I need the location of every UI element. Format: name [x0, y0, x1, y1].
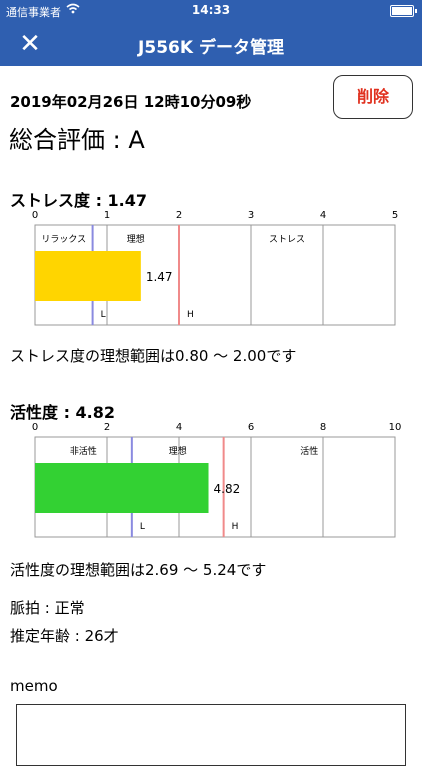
stress-tick-label: 2	[176, 210, 182, 221]
stress-tick-label: 3	[248, 210, 254, 221]
activity-chart: 0 2 4 6 8 10 L H 非活性 理想 活性 4.82	[32, 422, 402, 538]
activity-zone-label: 活性	[300, 445, 318, 457]
activity-low-label: L	[140, 522, 145, 532]
stress-high-label: H	[187, 310, 194, 320]
activity-value-label: 4.82	[214, 482, 241, 496]
stress-chart: 0 1 2 3 4 5 L H リラックス 理想 ストレス 1.47	[32, 210, 398, 326]
pulse-text: 脈拍 : 正常	[10, 599, 85, 617]
status-bar: 通信事業者 14:33	[0, 0, 422, 22]
memo-label: memo	[10, 677, 58, 695]
activity-high-label: H	[232, 522, 239, 532]
activity-zone-label: 非活性	[70, 445, 97, 457]
nav-bar: ✕ J556K データ管理	[0, 22, 422, 66]
stress-zone-label: ストレス	[269, 235, 305, 245]
activity-tick-label: 8	[320, 422, 326, 433]
stress-tick-label: 0	[32, 210, 38, 221]
stress-tick-label: 4	[320, 210, 326, 221]
activity-zone-label: 理想	[169, 445, 187, 457]
activity-bar	[35, 463, 209, 513]
stress-zone-label: リラックス	[41, 234, 86, 245]
activity-tick-label: 4	[176, 422, 182, 433]
nav-title: J556K データ管理	[138, 38, 284, 58]
stress-tick-label: 5	[392, 210, 398, 221]
stress-bar	[35, 251, 141, 301]
stress-range-text: ストレス度の理想範囲は0.80 〜 2.00です	[10, 347, 297, 365]
stress-low-label: L	[101, 310, 106, 320]
stress-zone-label: 理想	[127, 233, 145, 245]
record-datetime: 2019年02月26日 12時10分09秒	[10, 93, 252, 111]
memo-field[interactable]	[16, 704, 406, 766]
activity-tick-label: 10	[389, 422, 402, 433]
stress-tick-label: 1	[104, 210, 110, 221]
battery-icon	[390, 5, 417, 17]
delete-button[interactable]: 削除	[333, 75, 413, 119]
clock: 14:33	[191, 3, 231, 17]
activity-tick-label: 6	[248, 422, 254, 433]
stress-value-label: 1.47	[146, 270, 173, 284]
activity-tick-label: 0	[32, 422, 38, 433]
overall-rating: 総合評価 : A	[9, 126, 145, 154]
activity-range-text: 活性度の理想範囲は2.69 〜 5.24です	[10, 561, 267, 579]
age-text: 推定年齢 : 26才	[10, 627, 119, 645]
activity-tick-label: 2	[104, 422, 110, 433]
